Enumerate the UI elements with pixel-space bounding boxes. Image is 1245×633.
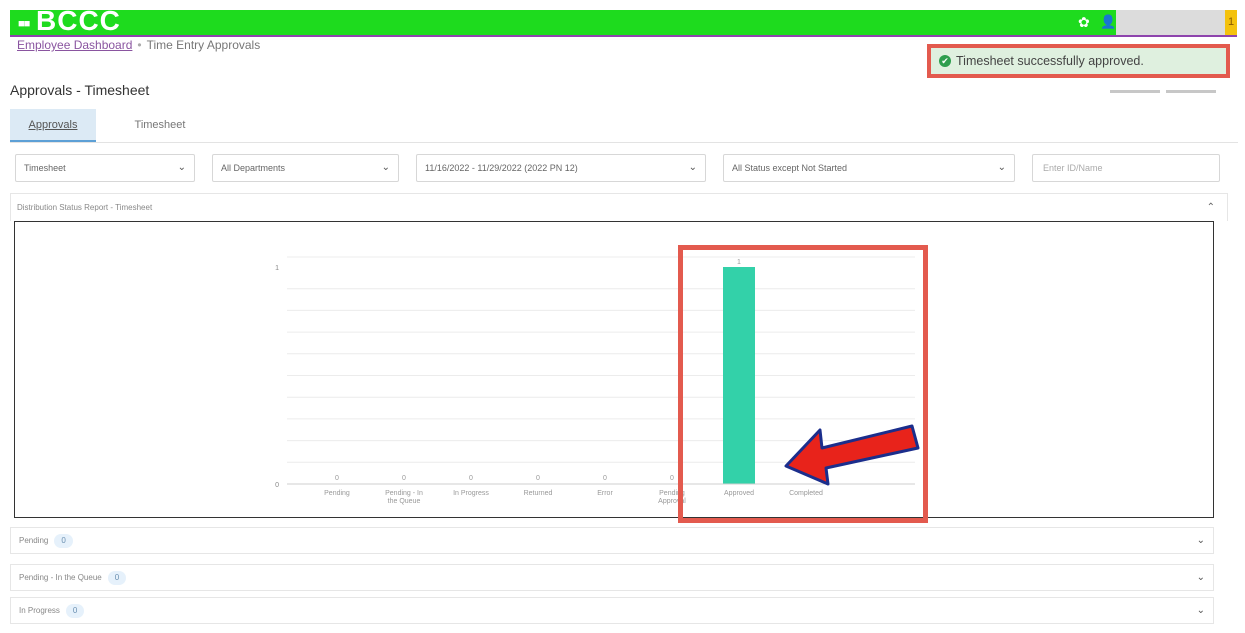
- chevron-down-icon: ⌄: [688, 162, 697, 173]
- top-right-links[interactable]: [1110, 80, 1230, 93]
- tab-approvals[interactable]: Approvals: [10, 109, 96, 142]
- count-badge: 0: [65, 604, 85, 618]
- check-circle-icon: ✔: [939, 55, 951, 67]
- accordion-in-progress[interactable]: In Progress 0 ⌄: [10, 597, 1214, 624]
- tab-bar: Approvals Timesheet: [10, 109, 1238, 143]
- gear-icon[interactable]: ✿: [1078, 14, 1090, 31]
- accordion-label: In Progress: [19, 606, 60, 615]
- report-title: Distribution Status Report - Timesheet: [17, 203, 153, 212]
- x-tick-label: Returned: [524, 490, 553, 497]
- accordion-pending-queue[interactable]: Pending - In the Queue 0 ⌄: [10, 564, 1214, 591]
- data-label: 0: [536, 475, 540, 482]
- data-label: 0: [670, 475, 674, 482]
- department-select-value: All Departments: [221, 163, 286, 173]
- chevron-down-icon: ⌄: [177, 162, 186, 173]
- distribution-chart: 0 1 0 Pending 0 Pending - In the Queue 0 In Prog…: [14, 221, 1214, 518]
- x-tick-label: In Progress: [453, 490, 489, 497]
- chevron-down-icon: ⌄: [997, 162, 1006, 173]
- report-panel-header[interactable]: Distribution Status Report - Timesheet ⌃: [10, 193, 1228, 221]
- period-select-value: 11/16/2022 - 11/29/2022 (2022 PN 12): [425, 163, 578, 173]
- top-bar: ■■ BCCC ✿ 👤 1: [10, 5, 1237, 37]
- data-label: 0: [603, 475, 607, 482]
- user-name-box[interactable]: [1116, 10, 1226, 35]
- success-toast: ✔ Timesheet successfully approved.: [927, 44, 1230, 78]
- breadcrumb-current: Time Entry Approvals: [146, 38, 261, 52]
- chevron-down-icon[interactable]: ⌄: [1197, 598, 1205, 624]
- filter-bar: Timesheet ⌄ All Departments ⌄ 11/16/2022…: [15, 154, 1225, 182]
- department-select[interactable]: All Departments ⌄: [212, 154, 399, 182]
- breadcrumb: Employee Dashboard • Time Entry Approvals: [17, 38, 260, 52]
- breadcrumb-employee-dashboard[interactable]: Employee Dashboard: [17, 38, 132, 52]
- x-tick-label: Error: [597, 490, 613, 497]
- x-tick-label: Pending: [324, 490, 350, 497]
- chevron-up-icon[interactable]: ⌃: [1207, 194, 1215, 222]
- user-icon[interactable]: 👤: [1100, 14, 1116, 30]
- count-badge: 0: [54, 534, 73, 548]
- red-arrow-icon: [784, 424, 920, 486]
- type-select-value: Timesheet: [24, 163, 66, 173]
- top-right-link-1[interactable]: [1110, 90, 1160, 93]
- chevron-down-icon[interactable]: ⌄: [1197, 528, 1205, 554]
- data-label: 0: [402, 475, 406, 482]
- tab-timesheet[interactable]: Timesheet: [120, 109, 200, 142]
- y-tick-label: 0: [275, 482, 279, 489]
- type-select[interactable]: Timesheet ⌄: [15, 154, 195, 182]
- count-badge: 0: [107, 571, 127, 585]
- grid-menu-icon[interactable]: ■■: [18, 18, 30, 30]
- accordion-label: Pending: [19, 536, 49, 545]
- chart-canvas: 0 1 0 Pending 0 Pending - Inthe Queue 0 In Prog…: [275, 256, 915, 505]
- chevron-down-icon: ⌄: [381, 162, 390, 173]
- status-select[interactable]: All Status except Not Started ⌄: [723, 154, 1015, 182]
- chevron-down-icon[interactable]: ⌄: [1197, 565, 1205, 591]
- toast-message: Timesheet successfully approved.: [956, 54, 1144, 68]
- page-title: Approvals - Timesheet: [10, 82, 150, 98]
- y-tick-label: 1: [275, 265, 279, 272]
- x-tick-label: the Queue: [388, 498, 421, 505]
- top-right-link-2[interactable]: [1166, 90, 1216, 93]
- id-search-input[interactable]: Enter ID/Name: [1032, 154, 1220, 182]
- notification-badge[interactable]: 1: [1225, 10, 1237, 35]
- data-label: 0: [469, 475, 473, 482]
- period-select[interactable]: 11/16/2022 - 11/29/2022 (2022 PN 12) ⌄: [416, 154, 706, 182]
- data-label: 0: [335, 475, 339, 482]
- status-select-value: All Status except Not Started: [732, 163, 848, 173]
- accordion-label: Pending - In the Queue: [19, 573, 102, 582]
- brand-logo[interactable]: BCCC: [36, 5, 121, 37]
- breadcrumb-separator: •: [137, 38, 142, 52]
- x-tick-label: Pending - In: [385, 490, 423, 497]
- accordion-pending[interactable]: Pending 0 ⌄: [10, 527, 1214, 554]
